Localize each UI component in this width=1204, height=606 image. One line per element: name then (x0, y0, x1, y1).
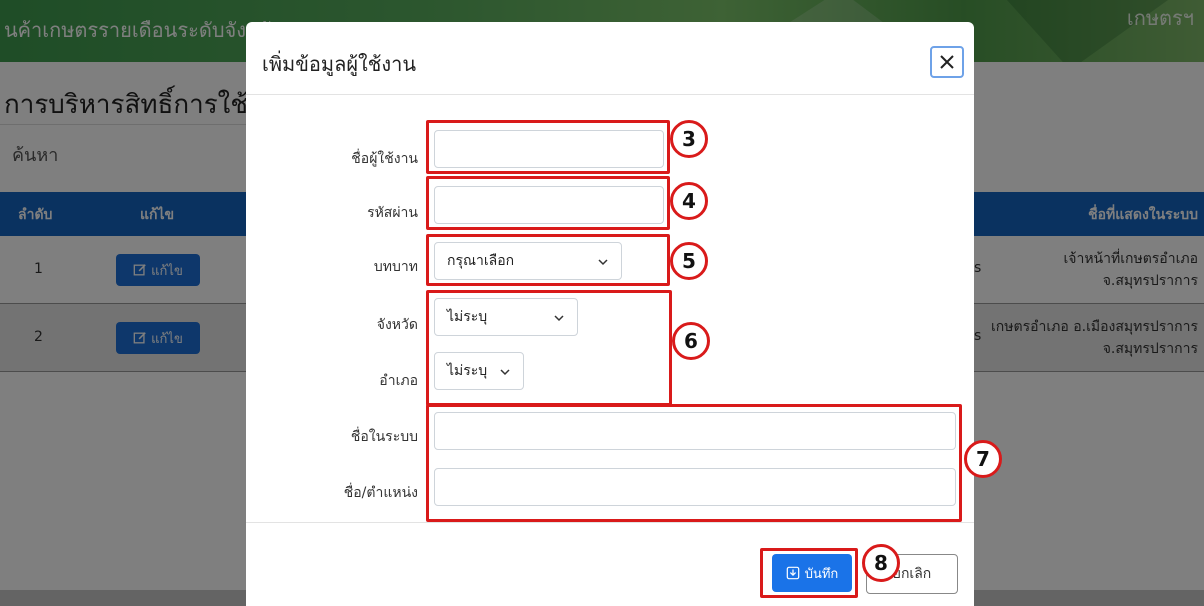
annotation-badge-3: 3 (670, 120, 708, 158)
annotation-box-6 (426, 290, 672, 406)
annotation-box-4 (426, 176, 670, 230)
district-label: อำเภอ (379, 373, 418, 389)
annotation-badge-5: 5 (670, 242, 708, 280)
role-label: บทบาท (373, 259, 418, 275)
modal-title: เพิ่มข้อมูลผู้ใช้งาน (262, 52, 417, 76)
system-name-label: ชื่อในระบบ (350, 429, 418, 445)
annotation-box-8 (760, 548, 858, 598)
name-position-label: ชื่อ/ตำแหน่ง (343, 485, 418, 501)
province-label: จังหวัด (376, 317, 418, 333)
modal-header-divider (246, 94, 974, 95)
annotation-badge-7: 7 (964, 440, 1002, 478)
close-icon (940, 55, 954, 69)
password-label: รหัสผ่าน (367, 205, 418, 221)
add-user-modal: เพิ่มข้อมูลผู้ใช้งาน ชื่อผู้ใช้งาน รหัสผ… (246, 22, 1002, 606)
annotation-badge-4: 4 (670, 182, 708, 220)
annotation-box-5 (426, 234, 670, 286)
annotation-badge-6: 6 (672, 322, 710, 360)
username-label: ชื่อผู้ใช้งาน (351, 151, 418, 167)
close-button[interactable] (930, 46, 964, 78)
modal-footer-divider (246, 522, 974, 523)
annotation-badge-8: 8 (862, 544, 900, 582)
annotation-box-7 (426, 404, 962, 522)
annotation-box-3 (426, 120, 670, 174)
